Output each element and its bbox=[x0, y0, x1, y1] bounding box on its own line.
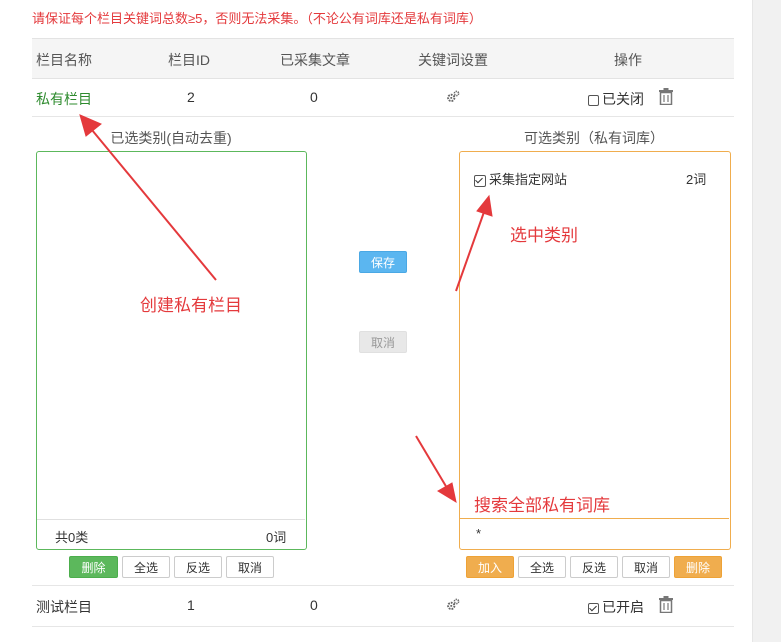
arrow-to-category-checkbox bbox=[455, 211, 485, 292]
arrow-to-private-column bbox=[91, 129, 217, 281]
arrowhead-icon bbox=[437, 482, 457, 504]
arrow-to-search-box bbox=[415, 435, 448, 489]
annotation-arrows bbox=[79, 114, 493, 504]
arrowhead-icon bbox=[79, 114, 102, 137]
arrowhead-icon bbox=[476, 194, 493, 217]
